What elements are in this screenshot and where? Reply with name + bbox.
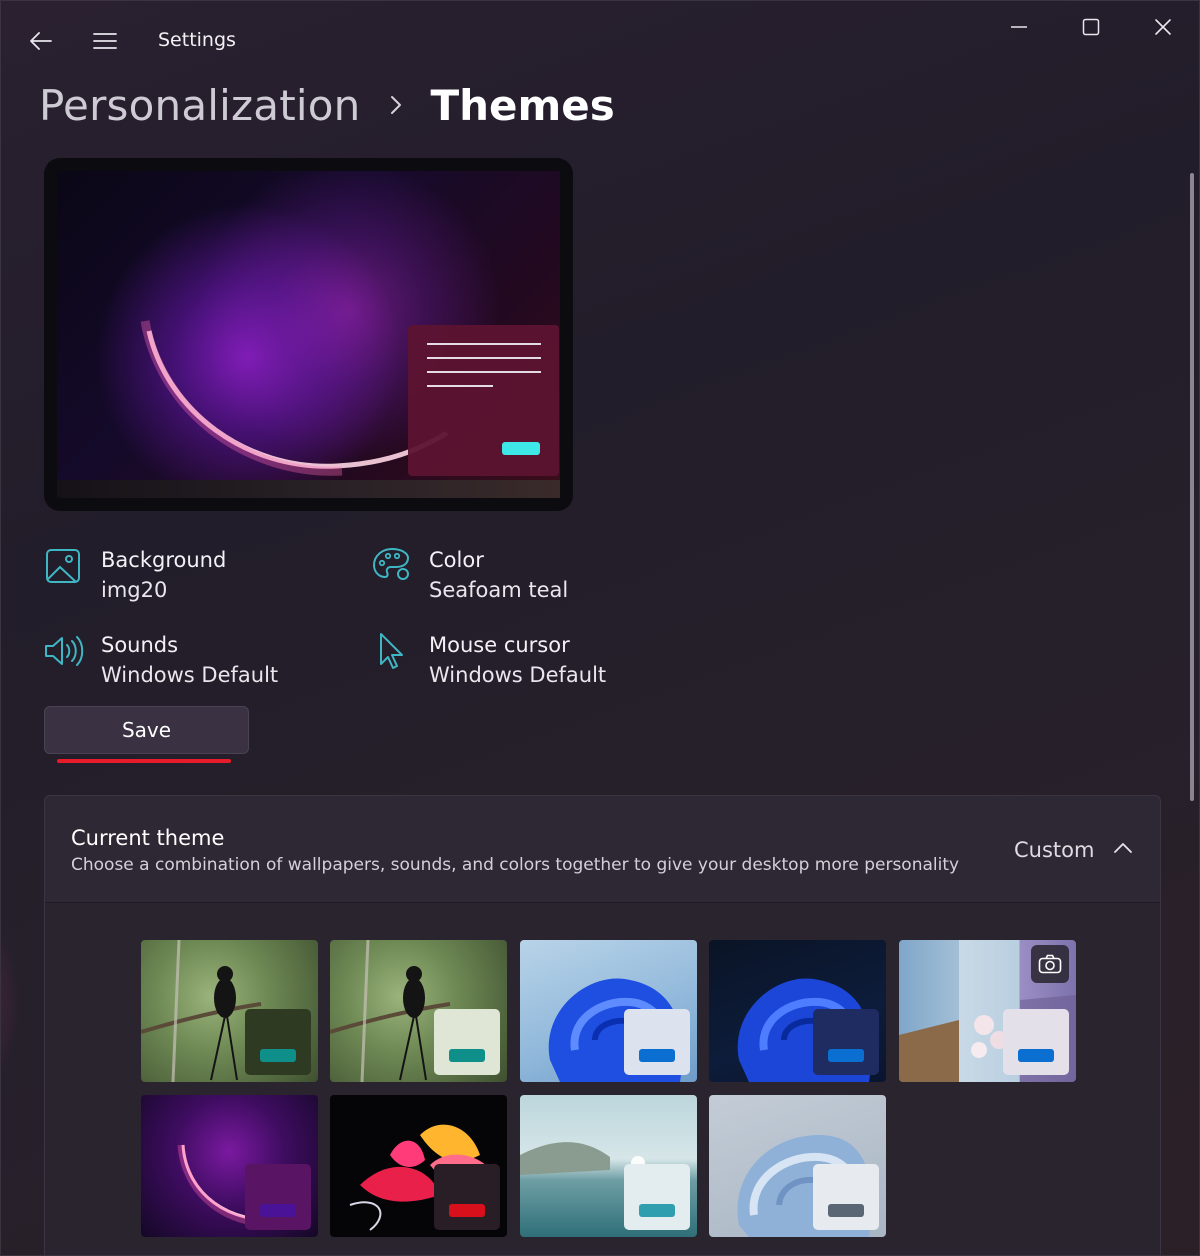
palette-icon [372,546,412,586]
current-theme-title: Current theme [71,826,225,850]
chevron-right-icon [390,95,402,115]
breadcrumb-parent[interactable]: Personalization [39,81,360,130]
mouse-cursor-label: Mouse cursor [429,633,570,657]
theme-tile-captured-motion[interactable] [330,1095,507,1237]
theme-accent-bar [639,1049,675,1062]
background-value: img20 [101,578,168,602]
theme-swatch [813,1009,879,1075]
preview-wallpaper [57,171,560,480]
current-theme-value: Custom [1014,838,1095,862]
background-setting[interactable]: Background img20 [44,546,344,608]
arrow-left-icon [30,32,52,50]
theme-swatch [1003,1009,1069,1075]
close-icon [1155,19,1171,35]
speaker-icon [44,631,84,671]
theme-swatch [434,1164,500,1230]
image-icon [44,546,84,586]
breadcrumb: Personalization Themes [39,75,615,135]
chevron-up-icon[interactable] [1109,834,1137,862]
current-theme-panel: Current theme Choose a combination of wa… [44,795,1161,1255]
theme-tile-flow[interactable] [709,1095,886,1237]
settings-window: Settings Personalization Themes Backgrou… [0,0,1200,1256]
menu-button[interactable] [89,25,121,57]
theme-swatch [813,1164,879,1230]
theme-tile-bloom-light[interactable] [520,940,697,1082]
theme-accent-bar [260,1049,296,1062]
theme-tile-sunrise[interactable] [520,1095,697,1237]
title-bar: Settings [1,1,1199,79]
theme-swatch [624,1009,690,1075]
page-title: Themes [430,80,615,130]
theme-accent-bar [828,1204,864,1217]
minimize-icon [1011,26,1027,28]
preview-accent-button [502,442,540,455]
theme-preview [44,158,573,511]
theme-accent-bar [449,1204,485,1217]
sounds-label: Sounds [101,633,179,657]
preview-window [408,325,559,476]
cursor-icon [372,631,412,671]
color-setting[interactable]: Color Seafoam teal [372,546,672,608]
close-button[interactable] [1145,11,1181,43]
preview-taskbar [57,480,560,498]
save-button[interactable]: Save [44,706,249,754]
theme-tile-drongo-light[interactable] [330,940,507,1082]
theme-swatch [434,1009,500,1075]
sounds-setting[interactable]: Sounds Windows Default [44,631,344,693]
maximize-button[interactable] [1073,11,1109,43]
minimize-button[interactable] [1001,11,1037,43]
save-highlight-underline [57,759,231,763]
color-value: Seafoam teal [429,578,569,602]
color-label: Color [429,548,484,572]
theme-accent-bar [639,1204,675,1217]
theme-gallery [45,903,1160,1255]
camera-icon [1031,945,1069,983]
theme-tile-bloom-dark[interactable] [709,940,886,1082]
edge-glow [1,901,21,1101]
vertical-scrollbar[interactable] [1190,173,1194,801]
theme-tile-drongo-dark[interactable] [141,940,318,1082]
app-title: Settings [158,29,236,51]
current-theme-header[interactable]: Current theme Choose a combination of wa… [45,796,1160,903]
theme-accent-bar [260,1204,296,1217]
mouse-cursor-setting[interactable]: Mouse cursor Windows Default [372,631,672,693]
maximize-icon [1082,18,1100,36]
back-button[interactable] [25,25,57,57]
theme-tile-glow[interactable] [141,1095,318,1237]
theme-swatch [245,1164,311,1230]
hamburger-icon [93,33,117,49]
theme-accent-bar [1018,1049,1054,1062]
sounds-value: Windows Default [101,663,279,687]
mouse-cursor-value: Windows Default [429,663,607,687]
theme-accent-bar [449,1049,485,1062]
theme-swatch [245,1009,311,1075]
theme-swatch [624,1164,690,1230]
theme-tile-spotlight[interactable] [899,940,1076,1082]
theme-accent-bar [828,1049,864,1062]
current-theme-description: Choose a combination of wallpapers, soun… [71,855,960,875]
background-label: Background [101,548,227,572]
